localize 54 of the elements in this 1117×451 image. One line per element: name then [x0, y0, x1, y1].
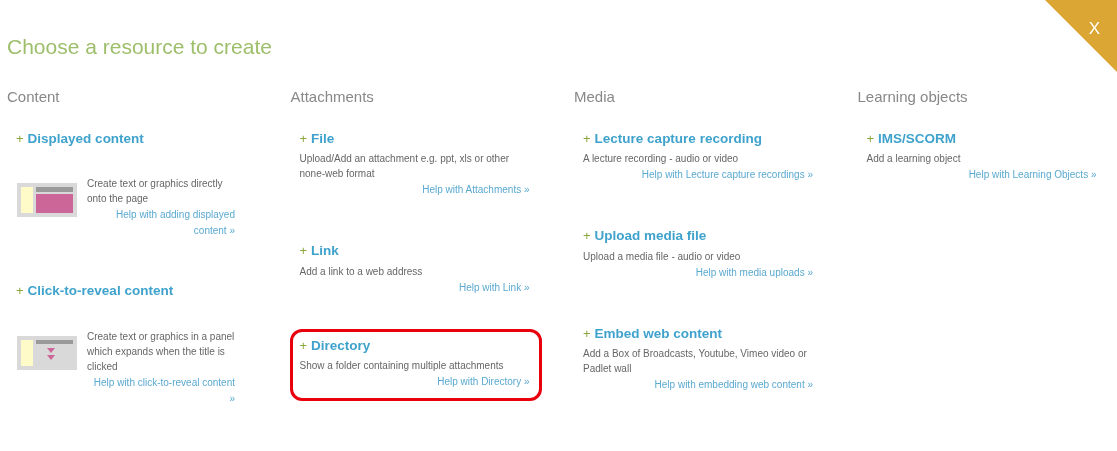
help-link[interactable]: Help with Lecture capture recordings » — [583, 167, 813, 184]
resource-link[interactable]: + Directory — [299, 335, 539, 356]
resource-description: A lecture recording - audio or video — [583, 152, 740, 167]
panel-thumbnail-icon — [17, 183, 77, 218]
plus-icon: + — [583, 323, 591, 343]
resource-title: Upload media file — [594, 227, 707, 246]
help-link[interactable]: Help with click-to-reveal content » — [87, 374, 235, 407]
help-link[interactable]: Help with Attachments » — [299, 182, 530, 199]
resource-link[interactable]: + Upload media file — [583, 226, 822, 247]
resource-link[interactable]: + File — [299, 129, 539, 150]
resource-title: Link — [311, 242, 339, 261]
resource-link[interactable]: + IMS/SCORM — [866, 129, 1106, 150]
resource-description: Add a Box of Broadcasts, Youtube, Vimeo video or Padlet wall — [583, 346, 808, 376]
help-link[interactable]: Help with Learning Objects » — [866, 167, 1097, 184]
column-heading: Media — [574, 87, 616, 107]
plus-icon: + — [866, 129, 875, 149]
resource-title: Click-to-reveal content — [27, 282, 174, 301]
column-heading: Content — [7, 87, 61, 107]
plus-icon: + — [16, 129, 24, 149]
resource-description: Create text or graphics directly onto the page — [87, 177, 224, 207]
resource-link[interactable]: + Embed web content — [583, 323, 822, 344]
close-corner[interactable]: X — [1045, 0, 1117, 72]
resource-description: Show a folder containing multiple attachments — [299, 358, 505, 373]
column-heading: Learning objects — [857, 87, 969, 107]
close-label: X — [1088, 18, 1100, 40]
plus-icon: + — [299, 241, 308, 261]
plus-icon: + — [16, 281, 24, 301]
resource-description: Add a learning object — [866, 152, 962, 167]
resource-title: Directory — [311, 336, 371, 355]
resource-title: Displayed content — [27, 130, 144, 148]
resource-title: File — [311, 130, 335, 148]
resource-link[interactable]: + Click-to-reveal content — [16, 281, 255, 302]
help-link[interactable]: Help with Link » — [299, 279, 530, 296]
dialog-title: Choose a resource to create — [7, 34, 272, 60]
resource-link[interactable]: + Lecture capture recording — [583, 129, 822, 150]
reveal-thumbnail-icon — [17, 335, 77, 370]
resource-link[interactable]: + Displayed content — [16, 129, 255, 150]
resource-description: Add a link to a web address — [299, 264, 424, 279]
help-link[interactable]: Help with Directory » — [299, 373, 530, 390]
help-link[interactable]: Help with media uploads » — [583, 264, 813, 281]
column-heading: Attachments — [290, 87, 375, 107]
plus-icon: + — [299, 129, 308, 149]
help-link[interactable]: Help with adding displayed content » — [87, 207, 235, 240]
resource-title: Lecture capture recording — [594, 130, 762, 148]
resource-description: Upload a media file - audio or video — [583, 249, 742, 264]
plus-icon: + — [299, 335, 308, 355]
resource-description: Create text or graphics in a panel which expands when the title is clicked — [87, 329, 235, 374]
plus-icon: + — [583, 226, 591, 246]
resource-link[interactable]: + Link — [299, 241, 539, 262]
plus-icon: + — [583, 129, 591, 149]
resource-title: Embed web content — [594, 324, 723, 343]
resource-title: IMS/SCORM — [878, 130, 957, 148]
resource-description: Upload/Add an attachment e.g. ppt, xls or other none-web format — [299, 152, 511, 182]
help-link[interactable]: Help with embedding web content » — [583, 376, 813, 393]
